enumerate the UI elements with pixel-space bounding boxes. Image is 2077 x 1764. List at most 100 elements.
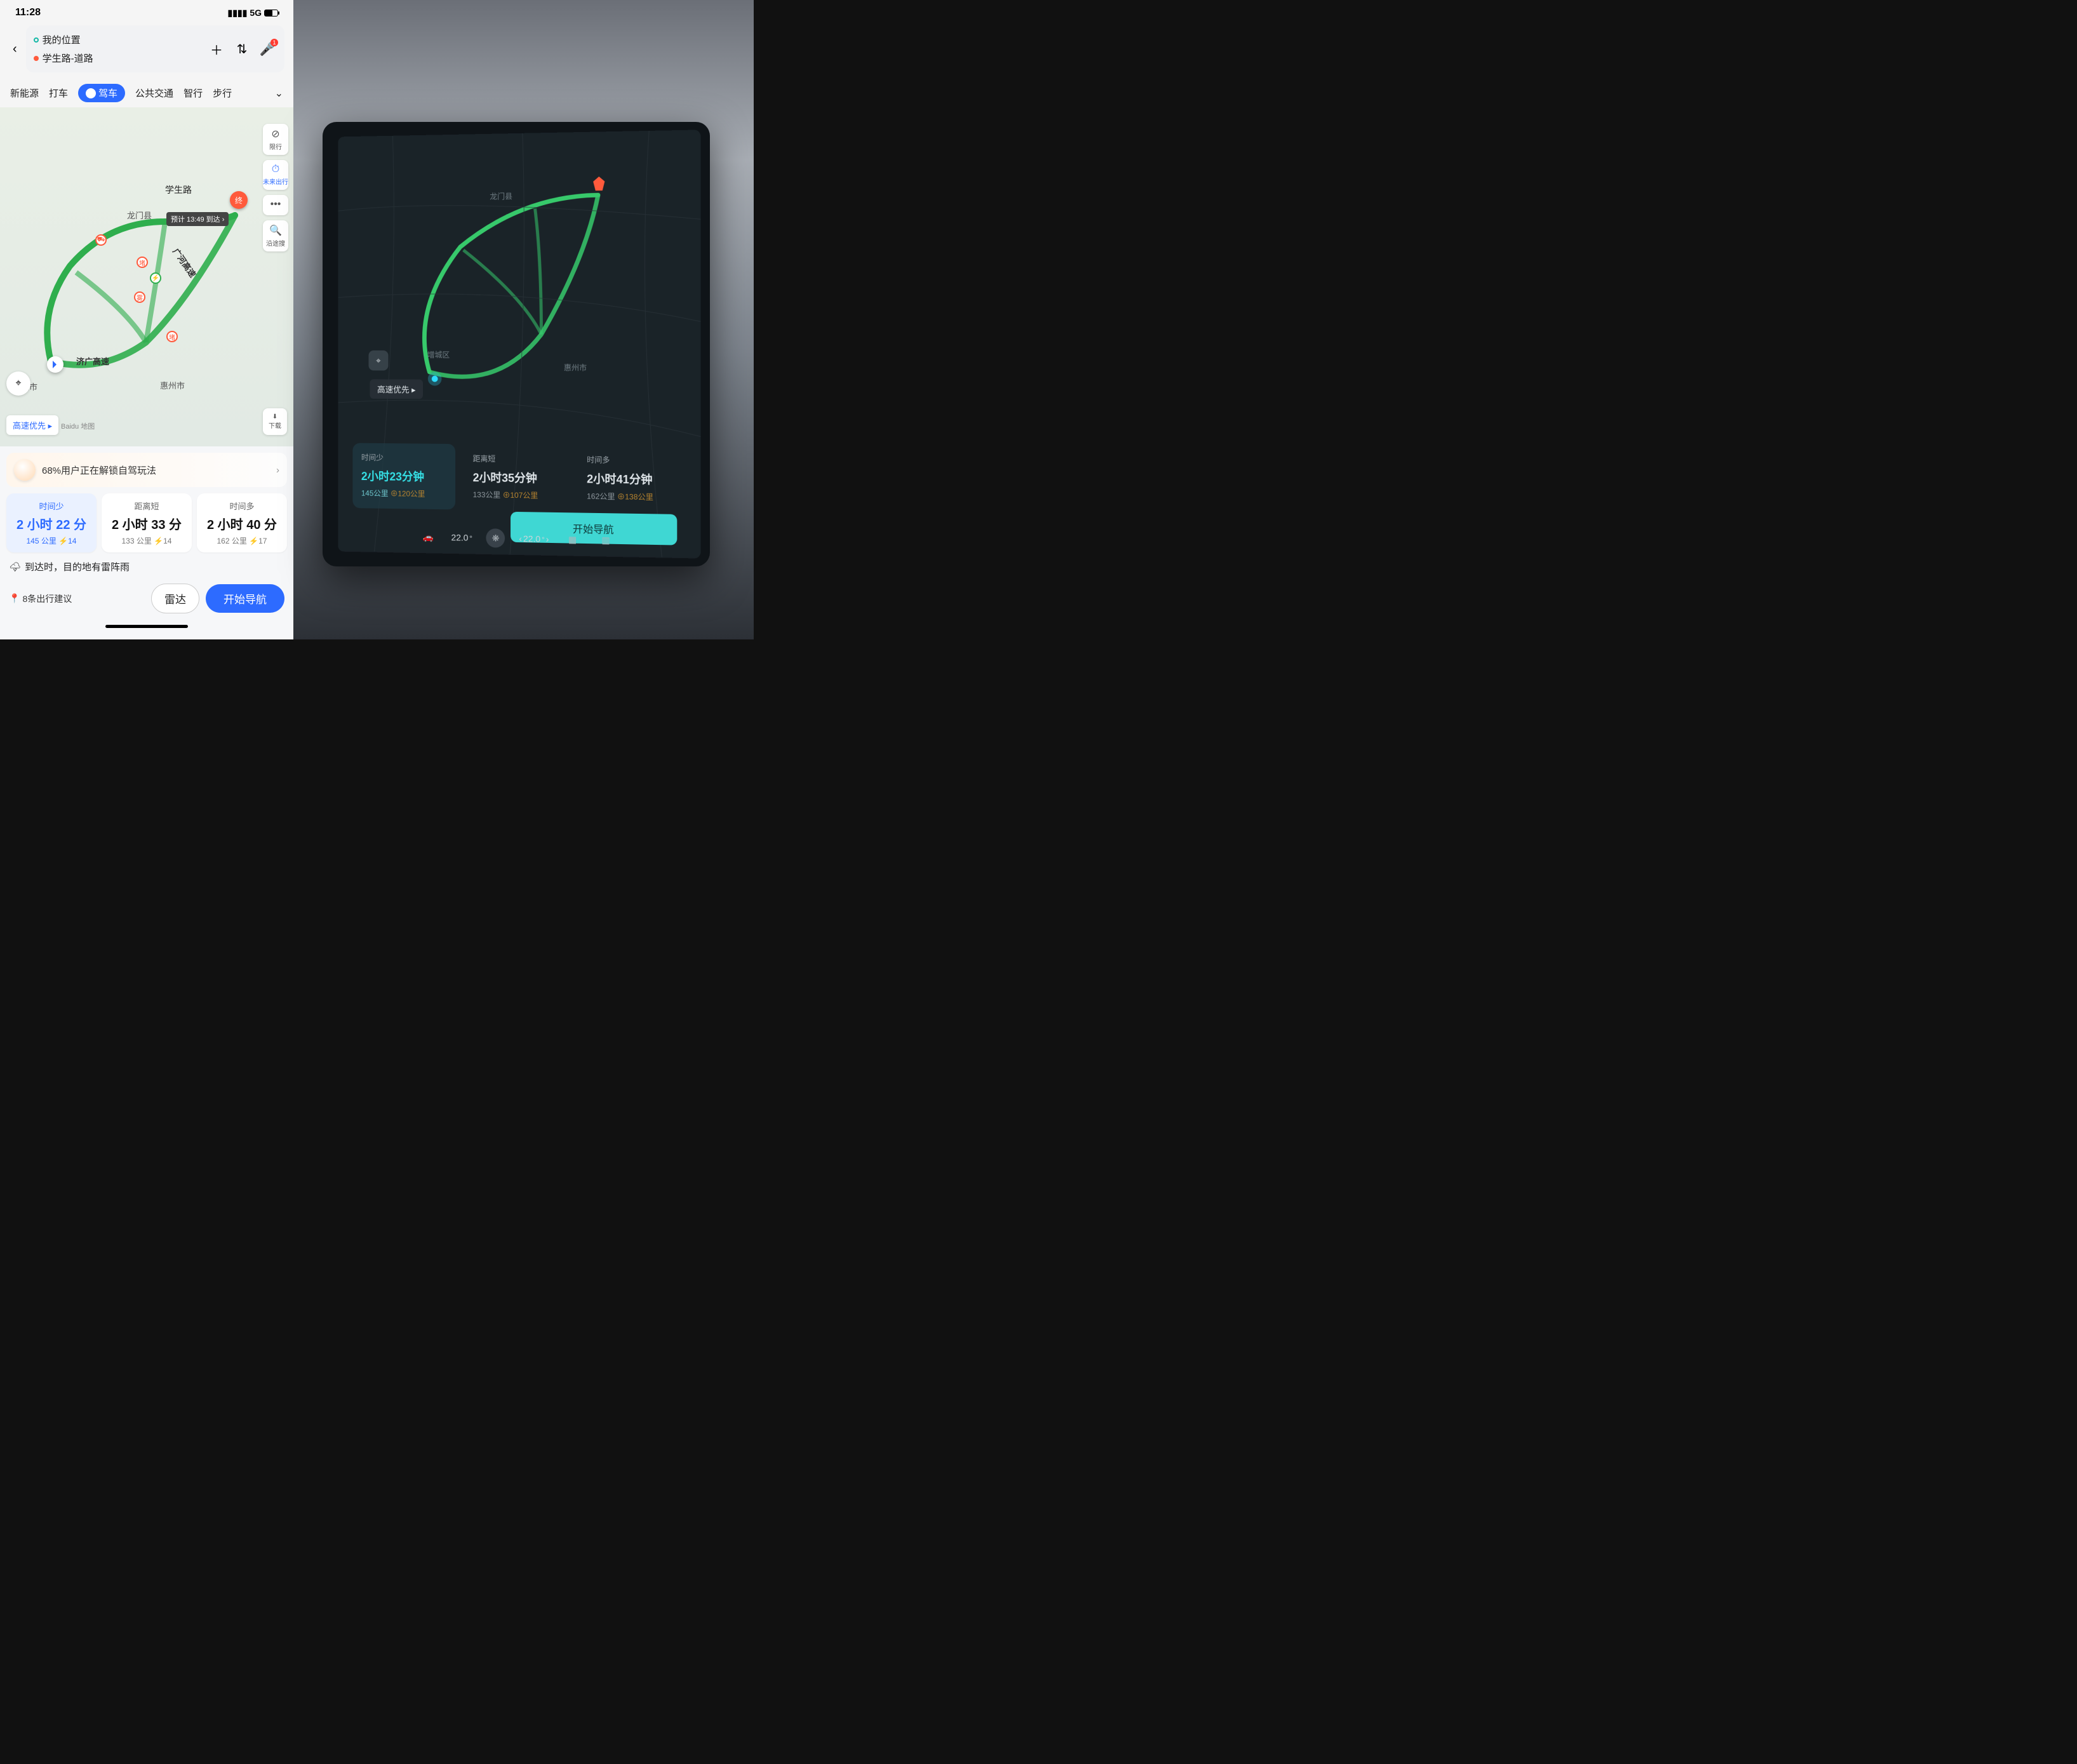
fan-button[interactable]: ❋ — [486, 528, 505, 547]
city-label: 增城区 — [427, 349, 450, 360]
add-stop-button[interactable]: ＋ — [207, 40, 226, 58]
map-side-tools: ⊘限行 ⏱未来出行 ••• 🔍沿途搜 — [263, 124, 288, 251]
temp-left[interactable]: 22.0° — [451, 532, 472, 543]
hazard-jam[interactable]: 堵 — [137, 257, 148, 268]
tab-drive[interactable]: 驾车 — [78, 84, 125, 102]
pin-icon: 📍 — [9, 593, 20, 604]
route-preference-button[interactable]: 高速优先 ▸ — [6, 415, 58, 435]
radar-button[interactable]: 雷达 — [151, 584, 199, 613]
clock-icon: ⏱ — [272, 164, 279, 175]
route-card-1[interactable]: 时间少 2 小时 22 分 145 公里 ⚡14 — [6, 493, 97, 552]
back-button[interactable]: ‹ — [9, 39, 21, 59]
tab-smart[interactable]: 智行 — [184, 86, 203, 100]
more-icon: ••• — [270, 199, 281, 210]
road-label: 济广高速 — [76, 355, 109, 367]
start-nav-button[interactable]: 开始导航 — [206, 584, 284, 613]
recenter-button[interactable]: ⌖ — [368, 351, 388, 371]
car-icon — [86, 88, 96, 98]
recenter-button[interactable]: ⌖ — [6, 371, 30, 396]
destination-field[interactable]: 学生路-道路 — [34, 49, 201, 67]
defrost-front-icon[interactable]: ▦ — [563, 530, 582, 549]
tabs-more-button[interactable]: ⌄ — [275, 87, 283, 100]
restrict-icon: ⊘ — [271, 128, 279, 140]
more-button[interactable]: ••• — [263, 195, 288, 215]
eta-bubble[interactable]: 预计 13:49 到达 › — [166, 212, 229, 226]
route-label: 时间少 — [10, 500, 93, 512]
route-sub: 133公里 ⊕107公里 — [473, 489, 560, 501]
hazard-jam[interactable]: 堵 — [166, 331, 178, 342]
destination-pin: 终 — [230, 191, 248, 209]
route-sub: 162公里 ⊕138公里 — [587, 490, 676, 502]
car-icon[interactable]: 🚗 — [419, 527, 437, 546]
dest-label: 学生路 — [165, 184, 192, 196]
route-cards: 时间少 2 小时 22 分 145 公里 ⚡14 距离短 2 小时 33 分 1… — [6, 493, 287, 552]
route-lines — [0, 107, 293, 444]
route-input-box[interactable]: 我的位置 学生路-道路 ＋ ⇅ 🎤1 — [26, 25, 284, 72]
promo-avatar-icon — [14, 459, 36, 481]
map-canvas[interactable]: 龙门县 惠州市 东莞市 学生路 广河高速 济广高速 终 预计 13:49 到达 … — [0, 107, 293, 446]
route-label: 时间多 — [201, 500, 283, 512]
route-time: 2小时23分钟 — [361, 467, 446, 484]
car-photo: 📶 11:28 📡 肉肉爸比 ‹ 龙门县 惠州市 — [293, 0, 754, 639]
weather-notice: 🌩到达时，目的地有雷阵雨 — [6, 559, 287, 575]
mode-tabs: 新能源 打车 驾车 公共交通 智行 步行 ⌄ — [0, 77, 293, 107]
route-preference-button[interactable]: 高速优先 ▸ — [370, 379, 423, 399]
status-time: 11:28 — [15, 7, 41, 18]
current-location-marker — [47, 356, 63, 373]
tab-walk[interactable]: 步行 — [213, 86, 232, 100]
along-search-button[interactable]: 🔍沿途搜 — [263, 220, 288, 251]
defrost-rear-icon[interactable]: ▥ — [596, 530, 615, 550]
route-time: 2小时35分钟 — [473, 469, 560, 486]
route-time: 2 小时 33 分 — [105, 514, 188, 533]
current-location-marker — [428, 372, 442, 386]
status-bar: 11:28 ▮▮▮▮ 5G — [0, 0, 293, 25]
car-route-3[interactable]: 时间多 2小时41分钟 162公里 ⊕138公里 — [578, 445, 685, 513]
network-label: 5G — [250, 8, 262, 18]
home-indicator[interactable] — [105, 625, 188, 628]
tab-transit[interactable]: 公共交通 — [135, 86, 173, 100]
locate-icon: ⌖ — [15, 378, 21, 389]
car-route-cards: 时间少 2小时23分钟 145公里 ⊕120公里 距离短 2小时35分钟 133… — [352, 443, 685, 513]
route-sub: 162 公里 ⚡17 — [201, 535, 283, 546]
marker-icon[interactable]: ⚡ — [150, 272, 161, 284]
route-card-3[interactable]: 时间多 2 小时 40 分 162 公里 ⚡17 — [197, 493, 287, 552]
origin-field[interactable]: 我的位置 — [34, 30, 201, 49]
car-screen[interactable]: 📶 11:28 📡 肉肉爸比 ‹ 龙门县 惠州市 — [338, 130, 700, 558]
swap-button[interactable]: ⇅ — [232, 41, 251, 57]
destination-pin — [593, 177, 604, 190]
future-travel-button[interactable]: ⏱未来出行 — [263, 160, 288, 190]
search-icon: 🔍 — [269, 224, 282, 237]
storm-icon: 🌩 — [9, 561, 21, 573]
car-dock: 🚗 22.0° ❋ ‹ 22.0° › ▦ ▥ — [338, 519, 700, 558]
car-tablet: 📶 11:28 📡 肉肉爸比 ‹ 龙门县 惠州市 — [323, 122, 710, 566]
car-route-2[interactable]: 距离短 2小时35分钟 133公里 ⊕107公里 — [464, 444, 569, 511]
hazard-badge[interactable]: ⛟ — [95, 234, 107, 246]
route-time: 2 小时 22 分 — [10, 514, 93, 533]
promo-banner[interactable]: 68%用户正在解锁自驾玩法 › — [6, 453, 287, 487]
signal-icon: ▮▮▮▮ — [227, 8, 247, 18]
temp-right[interactable]: ‹ 22.0° › — [519, 533, 549, 544]
route-label: 时间多 — [587, 454, 676, 466]
route-sub: 145公里 ⊕120公里 — [361, 488, 446, 500]
route-sub: 133 公里 ⚡14 — [105, 535, 188, 546]
route-label: 距离短 — [473, 453, 560, 464]
route-sub: 145 公里 ⚡14 — [10, 535, 93, 546]
voice-button[interactable]: 🎤1 — [258, 41, 277, 57]
download-icon: ⬇ — [272, 413, 277, 420]
restriction-button[interactable]: ⊘限行 — [263, 124, 288, 155]
car-route-1[interactable]: 时间少 2小时23分钟 145公里 ⊕120公里 — [352, 443, 455, 510]
travel-tips-button[interactable]: 📍8条出行建议 — [9, 592, 72, 605]
city-label: 惠州市 — [160, 379, 185, 391]
route-card-2[interactable]: 距离短 2 小时 33 分 133 公里 ⚡14 — [102, 493, 192, 552]
route-time: 2小时41分钟 — [587, 470, 676, 488]
tab-taxi[interactable]: 打车 — [49, 86, 68, 100]
city-label: 惠州市 — [564, 362, 587, 373]
city-label: 龙门县 — [127, 209, 152, 221]
chevron-right-icon: › — [276, 465, 279, 476]
route-label: 距离短 — [105, 500, 188, 512]
route-label: 时间少 — [361, 452, 446, 464]
bottom-sheet[interactable]: 68%用户正在解锁自驾玩法 › 时间少 2 小时 22 分 145 公里 ⚡14… — [0, 446, 293, 639]
tab-ev[interactable]: 新能源 — [10, 86, 39, 100]
download-button[interactable]: ⬇下载 — [263, 408, 287, 435]
hazard-fog[interactable]: 雾 — [134, 291, 145, 303]
